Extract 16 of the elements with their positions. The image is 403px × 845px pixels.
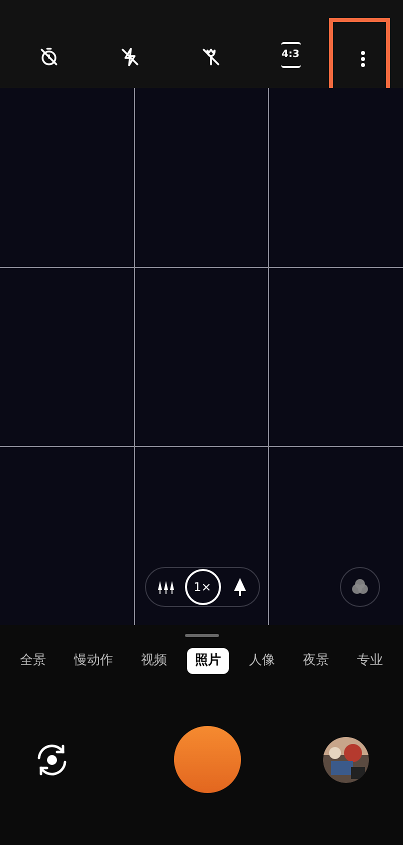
flash-off-icon[interactable] xyxy=(118,46,140,68)
mode-tab[interactable]: 专业 xyxy=(349,648,391,674)
aspect-ratio-button[interactable]: 4:3 xyxy=(280,42,300,68)
filter-icon xyxy=(350,577,370,597)
mode-tab[interactable]: 夜景 xyxy=(295,648,337,674)
filter-button[interactable] xyxy=(340,567,380,607)
mode-tab[interactable]: 照片 xyxy=(187,648,229,674)
drag-handle[interactable] xyxy=(184,634,218,637)
zoom-level-button[interactable]: 1× xyxy=(184,569,220,605)
mode-tab[interactable]: 慢动作 xyxy=(66,648,121,674)
macro-off-icon[interactable] xyxy=(200,46,222,68)
mode-tab[interactable]: 全景 xyxy=(12,648,54,674)
mode-tab[interactable]: 视频 xyxy=(133,648,175,674)
mode-tab[interactable]: 人像 xyxy=(241,648,283,674)
more-options-icon[interactable] xyxy=(360,50,366,68)
timer-off-icon[interactable] xyxy=(38,46,60,68)
